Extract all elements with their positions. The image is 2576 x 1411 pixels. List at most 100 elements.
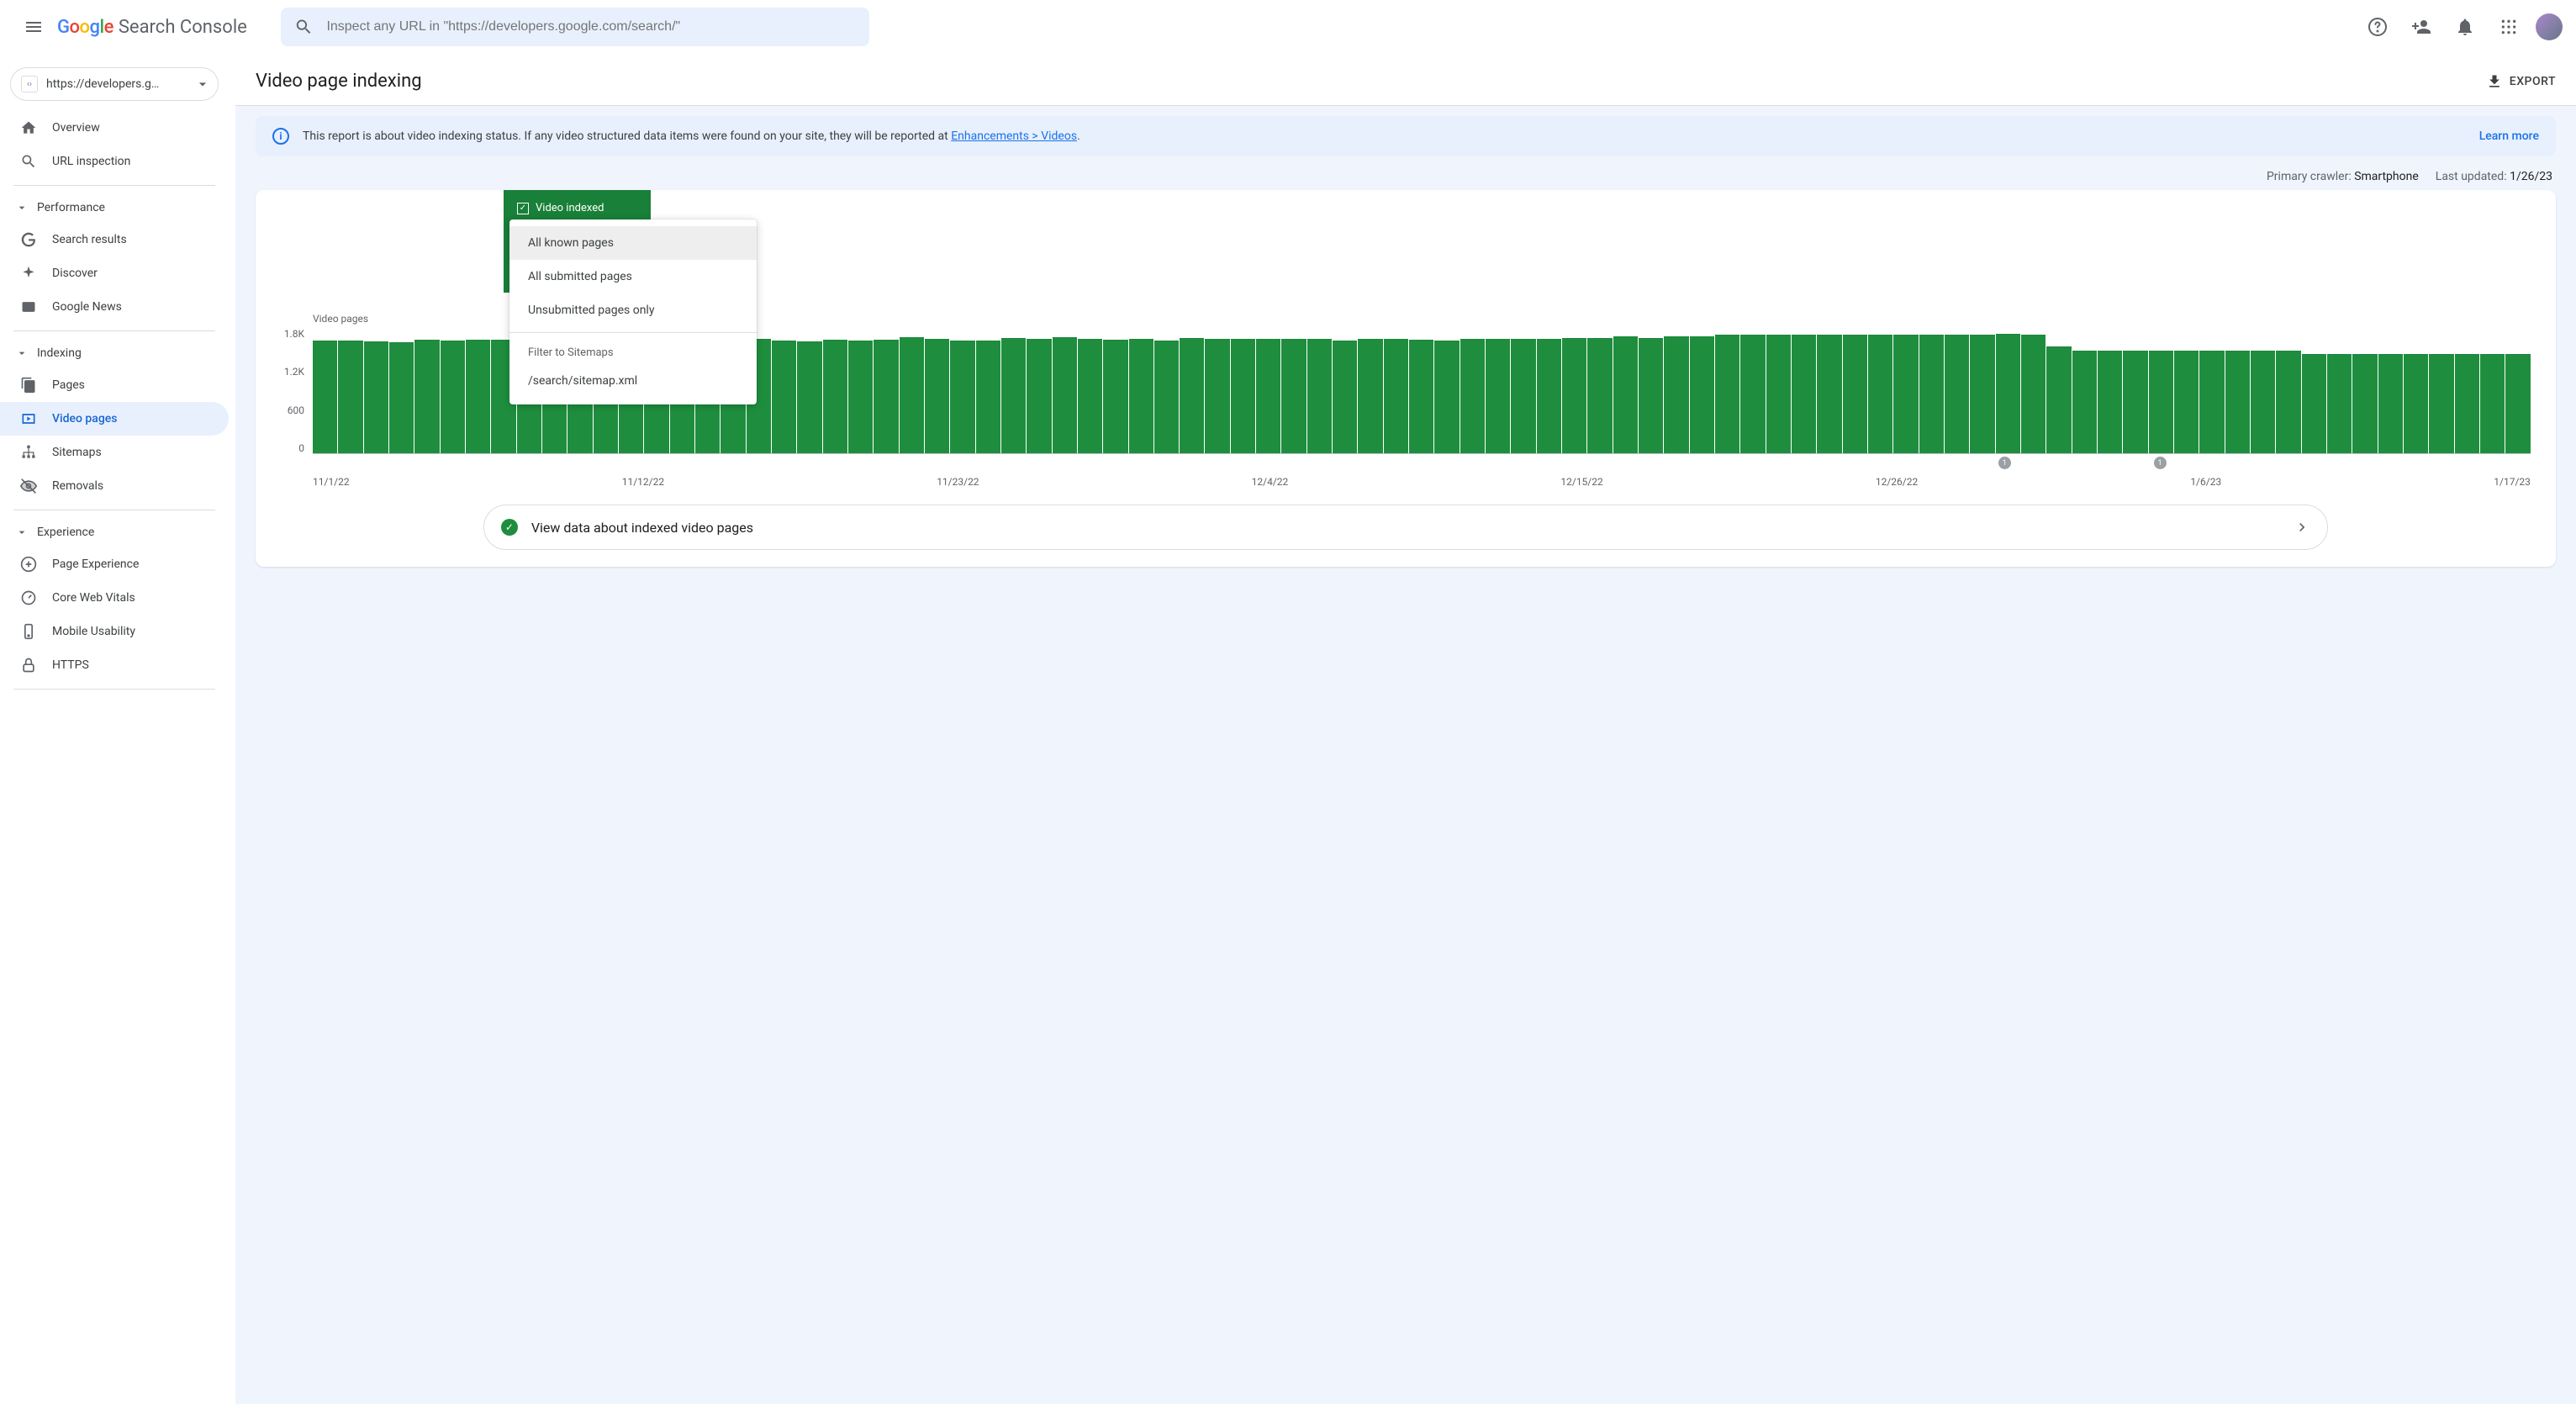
- event-marker[interactable]: 1: [2154, 457, 2167, 469]
- dropdown-item-all-submitted[interactable]: All submitted pages: [509, 260, 757, 293]
- chart-bar[interactable]: [1893, 335, 1918, 453]
- sidebar-item-core-web-vitals[interactable]: Core Web Vitals: [0, 581, 229, 615]
- chart-bar[interactable]: [2404, 354, 2428, 453]
- chart-bar[interactable]: [466, 340, 490, 453]
- dropdown-item-unsubmitted[interactable]: Unsubmitted pages only: [509, 293, 757, 327]
- chart-bar[interactable]: [389, 342, 414, 453]
- add-user-button[interactable]: [2404, 10, 2438, 44]
- sidebar-item-video-pages[interactable]: Video pages: [0, 402, 229, 436]
- chart-bar[interactable]: [1409, 340, 1433, 453]
- chart-bar[interactable]: [823, 340, 847, 453]
- chart-bar[interactable]: [1384, 339, 1408, 453]
- chart-bar[interactable]: [1792, 335, 1816, 453]
- chart-bar[interactable]: [1358, 339, 1382, 453]
- sidebar-item-https[interactable]: HTTPS: [0, 648, 229, 682]
- chart-bar[interactable]: [797, 341, 821, 453]
- chart-bar[interactable]: [2123, 351, 2147, 454]
- chart-bar[interactable]: [313, 341, 337, 453]
- chart-bar[interactable]: [338, 341, 362, 453]
- chart-bar[interactable]: [950, 341, 974, 453]
- chart-bar[interactable]: [2149, 351, 2173, 454]
- chart-bar[interactable]: [2352, 354, 2377, 453]
- chart-bar[interactable]: [1129, 339, 1153, 453]
- enhancements-link[interactable]: Enhancements > Videos: [951, 129, 1077, 143]
- chart-bar[interactable]: [2302, 354, 2326, 453]
- chart-bar[interactable]: [1231, 339, 1255, 453]
- chart-bar[interactable]: [976, 341, 1000, 453]
- chart-bar[interactable]: [1766, 335, 1791, 453]
- sidebar-section-experience[interactable]: Experience: [0, 517, 229, 547]
- apps-button[interactable]: [2492, 10, 2526, 44]
- chart-bar[interactable]: [874, 340, 898, 453]
- chart-bar[interactable]: [2199, 351, 2224, 454]
- chart-bar[interactable]: [1333, 341, 1357, 453]
- sidebar-item-search-results[interactable]: Search results: [0, 223, 229, 256]
- chart-bar[interactable]: [772, 341, 796, 453]
- chart-bar[interactable]: [1154, 341, 1179, 453]
- dropdown-item-all-known[interactable]: All known pages: [509, 226, 757, 260]
- chart-bar[interactable]: [2276, 351, 2300, 454]
- chart-bar[interactable]: [1180, 338, 1204, 453]
- chart-bar[interactable]: [1664, 336, 1688, 453]
- sidebar-item-sitemaps[interactable]: Sitemaps: [0, 436, 229, 469]
- notifications-button[interactable]: [2448, 10, 2482, 44]
- chart-bar[interactable]: [1740, 335, 1765, 453]
- chart-bar[interactable]: [2429, 354, 2453, 453]
- chart-bar[interactable]: [1715, 335, 1739, 453]
- chart-bar[interactable]: [1996, 334, 2020, 453]
- chart-bar[interactable]: [848, 341, 873, 453]
- chart-bar[interactable]: [1919, 335, 1944, 453]
- sidebar-section-indexing[interactable]: Indexing: [0, 338, 229, 368]
- chart-bar[interactable]: [2225, 351, 2250, 454]
- chart-bar[interactable]: [1511, 339, 1535, 453]
- sidebar-item-google-news[interactable]: Google News: [0, 290, 229, 324]
- chart-bar[interactable]: [2327, 354, 2352, 453]
- chart-bar[interactable]: [1205, 339, 1229, 453]
- chart-bar[interactable]: [1001, 338, 1026, 453]
- chart-bar[interactable]: [2480, 354, 2505, 453]
- sidebar-item-url-inspection[interactable]: URL inspection: [0, 145, 229, 178]
- chart-bar[interactable]: [1817, 335, 1841, 453]
- chart-bar[interactable]: [1027, 339, 1051, 453]
- chart-bar[interactable]: [925, 339, 949, 453]
- chart-bar[interactable]: [1970, 335, 1994, 453]
- chart-bar[interactable]: [1537, 339, 1561, 453]
- chart-bar[interactable]: [1281, 339, 1306, 453]
- chart-bar[interactable]: [414, 340, 439, 453]
- event-marker[interactable]: 1: [1998, 457, 2011, 469]
- chart-bar[interactable]: [1256, 339, 1280, 453]
- sidebar-item-pages[interactable]: Pages: [0, 368, 229, 402]
- chart-bar[interactable]: [2505, 354, 2530, 453]
- view-indexed-pages-button[interactable]: ✓ View data about indexed video pages: [483, 505, 2328, 550]
- chart-bar[interactable]: [1945, 335, 1969, 453]
- chart-bar[interactable]: [2072, 351, 2097, 454]
- chart-bar[interactable]: [2174, 351, 2199, 454]
- chart-bar[interactable]: [1053, 337, 1077, 453]
- avatar[interactable]: [2536, 13, 2563, 40]
- search-input[interactable]: [326, 19, 855, 34]
- chart-bar[interactable]: [1843, 335, 1867, 453]
- chart-bar[interactable]: [1690, 336, 1714, 453]
- dropdown-item-sitemap[interactable]: /search/sitemap.xml: [509, 364, 757, 398]
- chart-bar[interactable]: [1639, 338, 1663, 453]
- sidebar-item-discover[interactable]: Discover: [0, 256, 229, 290]
- chart-bar[interactable]: [1307, 339, 1332, 453]
- chart-bar[interactable]: [1078, 339, 1102, 453]
- chart-bar[interactable]: [1103, 340, 1127, 453]
- sidebar-item-page-experience[interactable]: Page Experience: [0, 547, 229, 581]
- sidebar-item-mobile-usability[interactable]: Mobile Usability: [0, 615, 229, 648]
- chart-bar[interactable]: [1868, 335, 1892, 453]
- chart-bar[interactable]: [900, 337, 924, 453]
- chart-bar[interactable]: [2455, 354, 2479, 453]
- sidebar-section-performance[interactable]: Performance: [0, 193, 229, 223]
- url-inspect-search[interactable]: [281, 8, 869, 46]
- chart-bar[interactable]: [1434, 341, 1459, 453]
- export-button[interactable]: EXPORT: [2486, 73, 2556, 90]
- learn-more-link[interactable]: Learn more: [2479, 129, 2539, 143]
- help-button[interactable]: [2361, 10, 2394, 44]
- chart-bar[interactable]: [2378, 354, 2403, 453]
- chart-bar[interactable]: [2021, 335, 2045, 453]
- chart-bar[interactable]: [1613, 336, 1638, 453]
- chart-bar[interactable]: [1587, 338, 1612, 453]
- chart-bar[interactable]: [1486, 339, 1510, 453]
